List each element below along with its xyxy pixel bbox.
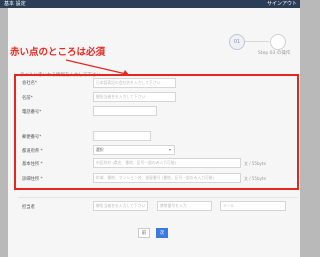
name-label: 名前* [22,96,33,101]
chevron-down-icon: ▾ [168,147,171,152]
postal-input[interactable] [93,131,151,141]
company-label: 会社名* [22,81,38,86]
address2-label: 詳細住所 * [22,177,43,182]
address1-label: 基本住所 * [22,162,43,167]
back-button[interactable]: 前 [138,228,150,238]
top-bar: 基本 設定 サインアウト [0,0,300,8]
contact-phone-input[interactable]: 携帯番号を入力 [157,201,212,211]
prefecture-value: 選択 [96,147,104,152]
address1-input[interactable]: 市区町村 (県名、番地、区号一部のみ入力可能) [93,158,241,168]
step-2-indicator [270,34,286,50]
company-input[interactable]: 日本語表記の会社名を入力して下さい [93,78,176,88]
step-2-label: Step 03 の操作 [258,51,291,56]
contact-label: 担当者 [22,205,35,210]
step-1-indicator: 01 [229,34,245,50]
section-divider [18,197,298,198]
contact-email-input[interactable]: メール [220,201,286,211]
next-button[interactable]: 次 [156,228,168,238]
address2-counter: 文 / 55byte [244,176,266,181]
address1-counter: 文 / 55byte [244,161,266,166]
prefecture-select[interactable]: 選択 ▾ [93,145,175,155]
postal-label: 郵便番号* [22,135,42,140]
step-connector [245,41,269,42]
app-title: 基本 設定 [4,1,26,7]
name-input[interactable]: 御担当者名を入力して下さい [93,92,176,102]
prefecture-label: 都道府県 * [22,149,43,154]
contact-name-input[interactable]: 御担当者名を入力して下さい [93,201,148,211]
sign-out-link[interactable]: サインアウト [267,0,297,8]
address2-input[interactable]: 町域、番地、マンション名、部屋番号 (番地、区号一部のみ入力可能) [93,173,241,183]
required-callout: 赤い点のところは必須 [10,47,106,58]
phone-label: 電話番号* [22,110,42,115]
phone-input[interactable] [93,106,157,116]
